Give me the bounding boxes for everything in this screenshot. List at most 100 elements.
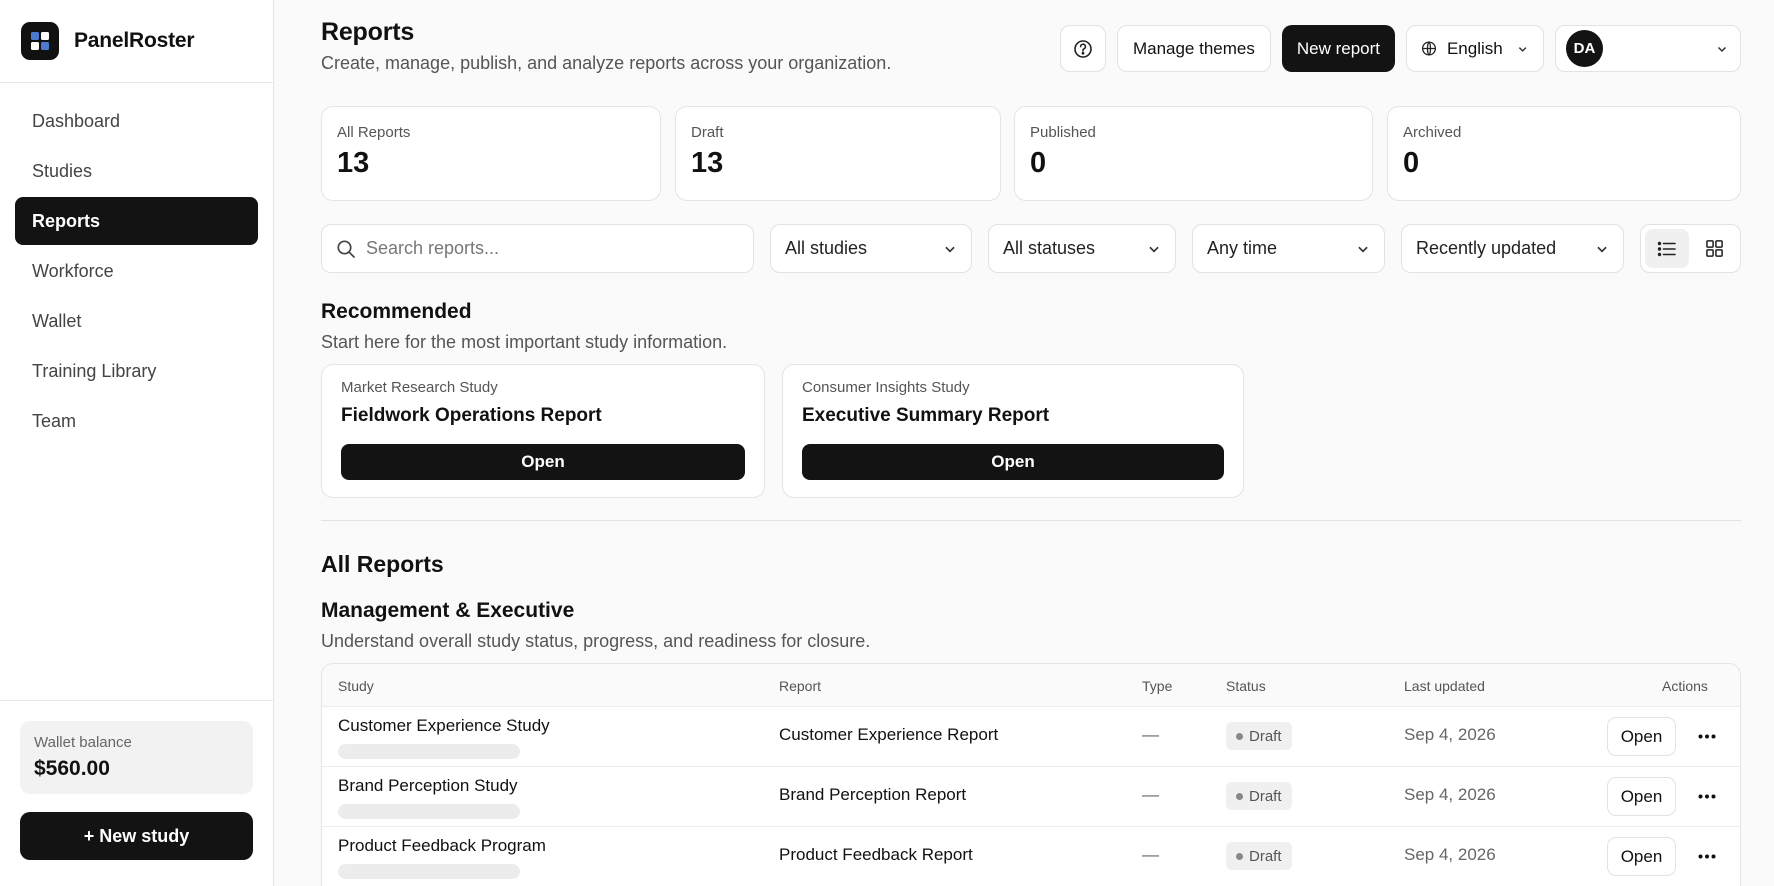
sidebar-item-dashboard[interactable]: Dashboard [15, 97, 258, 145]
search-box[interactable] [321, 224, 754, 273]
time-filter-value: Any time [1207, 238, 1278, 258]
row-open-button[interactable]: Open [1607, 837, 1676, 876]
stat-label: Draft [691, 124, 724, 141]
stat-card-archived[interactable]: Archived 0 [1387, 106, 1741, 201]
list-view-button[interactable] [1645, 229, 1689, 268]
report-group-title: Management & Executive [321, 599, 575, 622]
column-header-status[interactable]: Status [1226, 678, 1266, 694]
sidebar-item-team[interactable]: Team [15, 397, 258, 445]
stat-card-published[interactable]: Published 0 [1014, 106, 1373, 201]
brand[interactable]: PanelRoster [0, 0, 273, 83]
table-row[interactable]: Customer Experience Study Customer Exper… [322, 706, 1740, 766]
study-meta-placeholder [338, 864, 520, 879]
study-cell: Product Feedback Program [338, 836, 546, 879]
status-label: Draft [1249, 847, 1282, 865]
study-cell: Brand Perception Study [338, 776, 520, 819]
column-header-study[interactable]: Study [338, 678, 374, 694]
header-actions: Manage themes New report English DA [1059, 25, 1741, 72]
page-header: Reports Create, manage, publish, and ana… [321, 18, 1741, 73]
sort-select[interactable]: Recently updated [1401, 224, 1624, 273]
stat-value: 13 [337, 147, 370, 179]
section-divider [321, 520, 1741, 521]
sidebar-item-wallet[interactable]: Wallet [15, 297, 258, 345]
new-report-button[interactable]: New report [1281, 25, 1395, 72]
status-badge: Draft [1226, 722, 1292, 750]
report-name: Product Feedback Report [779, 845, 973, 864]
recommended-open-button[interactable]: Open [802, 444, 1224, 480]
report-name: Customer Experience Report [779, 725, 999, 744]
status-dot [1236, 792, 1243, 800]
recommended-card: Consumer Insights Study Executive Summar… [782, 364, 1244, 498]
more-horizontal-icon [1698, 854, 1716, 858]
list-icon [1657, 241, 1676, 256]
wallet-balance-label: Wallet balance [34, 734, 132, 751]
study-name: Product Feedback Program [338, 836, 546, 855]
chevron-down-icon [1717, 46, 1727, 52]
reports-table: Study Report Type Status Last updated Ac… [321, 663, 1741, 886]
chevron-down-icon [1518, 46, 1527, 52]
column-header-last-updated[interactable]: Last updated [1404, 678, 1485, 694]
app-logo-icon [21, 22, 59, 60]
sidebar-item-training-library[interactable]: Training Library [15, 347, 258, 395]
report-group-subtitle: Understand overall study status, progres… [321, 631, 871, 651]
recommended-card-title: Fieldwork Operations Report [341, 405, 602, 426]
last-updated: Sep 4, 2026 [1404, 725, 1496, 744]
recommended-card-title: Executive Summary Report [802, 405, 1050, 426]
study-meta-placeholder [338, 804, 520, 819]
user-menu[interactable]: DA [1555, 25, 1741, 72]
grid-icon [1705, 240, 1723, 257]
report-name: Brand Perception Report [779, 785, 967, 804]
sidebar-item-studies[interactable]: Studies [15, 147, 258, 195]
stat-card-draft[interactable]: Draft 13 [675, 106, 1001, 201]
manage-themes-button[interactable]: Manage themes [1116, 25, 1271, 72]
search-input[interactable] [366, 238, 726, 259]
status-label: Draft [1249, 727, 1282, 745]
recommended-card-study: Consumer Insights Study [802, 379, 970, 396]
stat-value: 0 [1403, 147, 1420, 179]
report-type: — [1142, 725, 1159, 744]
table-row[interactable]: Product Feedback Program Product Feedbac… [322, 826, 1740, 886]
sidebar-item-workforce[interactable]: Workforce [15, 247, 258, 295]
time-filter-select[interactable]: Any time [1192, 224, 1385, 273]
more-horizontal-icon [1698, 794, 1716, 798]
status-filter-select[interactable]: All statuses [988, 224, 1176, 273]
new-study-button[interactable]: + New study [20, 812, 253, 860]
sidebar: PanelRoster Dashboard Studies Reports Wo… [0, 0, 274, 886]
study-name: Customer Experience Study [338, 716, 550, 735]
column-header-report[interactable]: Report [779, 678, 821, 694]
avatar: DA [1566, 30, 1603, 67]
help-button[interactable] [1059, 25, 1106, 72]
row-open-button[interactable]: Open [1607, 777, 1676, 816]
status-badge: Draft [1226, 782, 1292, 810]
study-filter-select[interactable]: All studies [770, 224, 972, 273]
stat-label: All Reports [337, 124, 411, 141]
table-row[interactable]: Brand Perception Study Brand Perception … [322, 766, 1740, 826]
chevron-down-icon [1358, 246, 1368, 252]
more-options-button[interactable] [1692, 723, 1722, 749]
more-options-button[interactable] [1692, 843, 1722, 869]
view-toggle [1640, 224, 1741, 273]
sidebar-nav: Dashboard Studies Reports Workforce Wall… [0, 83, 273, 445]
column-header-type[interactable]: Type [1142, 678, 1172, 694]
study-name: Brand Perception Study [338, 776, 518, 795]
stat-card-all-reports[interactable]: All Reports 13 [321, 106, 661, 201]
filters-bar: All studies All statuses Any time Recent… [321, 224, 1741, 274]
study-cell: Customer Experience Study [338, 716, 550, 759]
recommended-title: Recommended [321, 300, 472, 323]
language-select[interactable]: English [1406, 25, 1544, 72]
grid-view-button[interactable] [1693, 229, 1737, 268]
last-updated: Sep 4, 2026 [1404, 845, 1496, 864]
status-filter-value: All statuses [1003, 238, 1096, 258]
recommended-section: Recommended Start here for the most impo… [321, 300, 727, 353]
chevron-down-icon [1149, 246, 1159, 252]
stat-label: Archived [1403, 124, 1462, 141]
wallet-balance-card: Wallet balance $560.00 [20, 721, 253, 794]
more-options-button[interactable] [1692, 783, 1722, 809]
study-filter-value: All studies [785, 238, 868, 258]
row-open-button[interactable]: Open [1607, 717, 1676, 756]
report-type: — [1142, 785, 1159, 804]
stats-row: All Reports 13 Draft 13 Published 0 Arch… [321, 106, 1741, 201]
recommended-open-button[interactable]: Open [341, 444, 745, 480]
sidebar-item-reports[interactable]: Reports [15, 197, 258, 245]
chevron-down-icon [945, 246, 955, 252]
